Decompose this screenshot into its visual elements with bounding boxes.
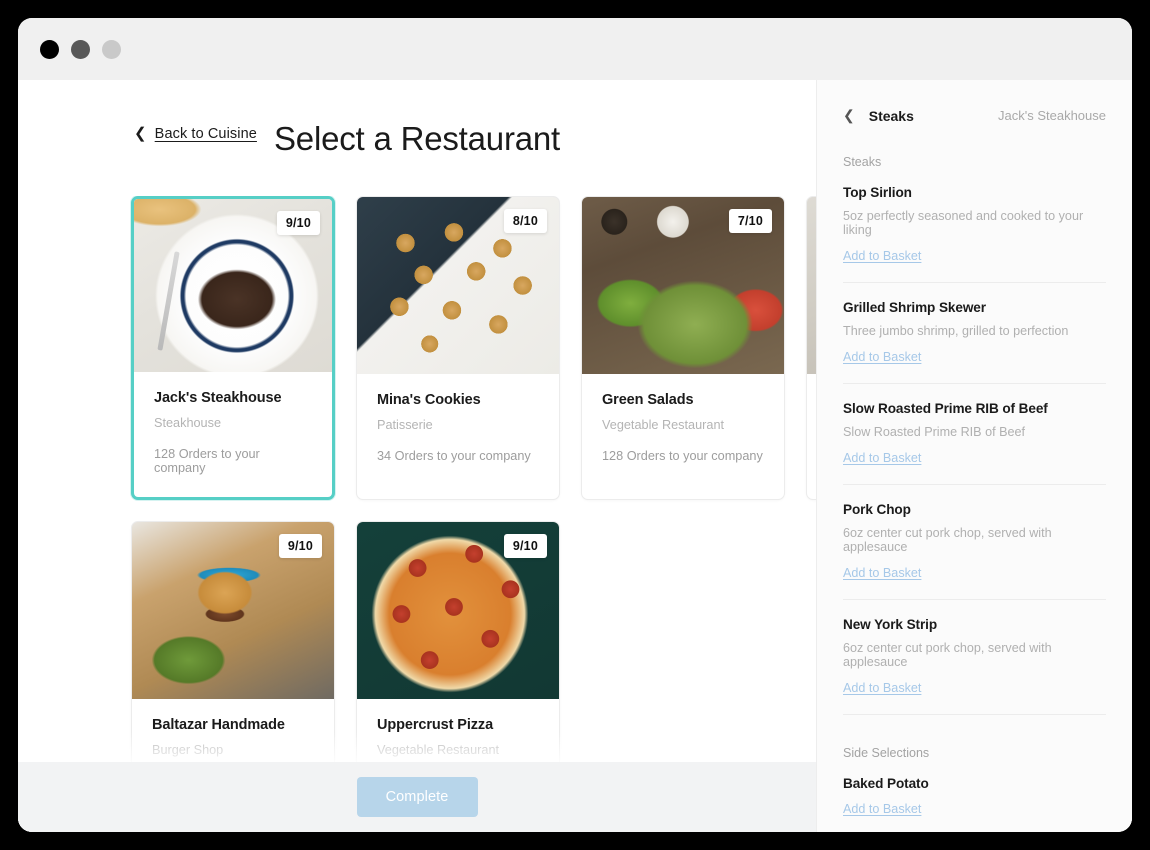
add-to-basket-link[interactable]: Add to Basket xyxy=(843,249,921,263)
minimize-dot[interactable] xyxy=(71,39,90,59)
sidebar-restaurant-name: Jack's Steakhouse xyxy=(998,108,1106,123)
restaurant-card[interactable]: 8/10 Mina's Cookies Patisserie 34 Orders… xyxy=(356,196,560,500)
rating-badge: 7/10 xyxy=(728,209,772,233)
menu-item-name: Top Sirlion xyxy=(843,185,912,200)
rating-badge: 9/10 xyxy=(278,534,322,558)
restaurant-photo: 7/10 xyxy=(582,197,784,374)
restaurant-orders: 128 Orders to your company xyxy=(602,449,763,463)
add-to-basket-link[interactable]: Add to Basket xyxy=(843,566,921,580)
menu-item-description: 6oz center cut pork chop, served with ap… xyxy=(843,526,1052,554)
restaurant-card[interactable]: 8/10 Green's Garden Vegetable Restaurant xyxy=(806,196,816,500)
restaurant-card[interactable]: 7/10 Green Salads Vegetable Restaurant 1… xyxy=(581,196,785,500)
sidebar-title: Steaks xyxy=(868,107,914,124)
browser-window: ❮ Back to Cuisine Select a Restaurant 9/… xyxy=(18,18,1132,832)
menu-item[interactable]: Pork Chop 6oz center cut pork chop, serv… xyxy=(843,502,1106,600)
restaurant-card[interactable]: 9/10 Baltazar Handmade Burger Shop xyxy=(131,521,335,797)
restaurant-cards-viewport: 9/10 Jack's Steakhouse Steakhouse 128 Or… xyxy=(18,196,816,832)
page-title: Select a Restaurant xyxy=(273,120,561,157)
main-content: ❮ Back to Cuisine Select a Restaurant 9/… xyxy=(18,80,816,832)
sidebar-section-label: Steaks xyxy=(843,155,882,169)
restaurant-photo: 9/10 xyxy=(134,199,332,372)
restaurant-name: Uppercrust Pizza xyxy=(377,717,494,733)
sidebar-header: ❮ Steaks Jack's Steakhouse xyxy=(817,80,1132,124)
rating-badge: 9/10 xyxy=(503,534,547,558)
sidebar-back-button[interactable]: ❮ Steaks xyxy=(843,107,914,124)
menu-sidebar: ❮ Steaks Jack's Steakhouse Steaks Top Si… xyxy=(816,80,1132,832)
menu-item-name: Baked Potato xyxy=(843,776,929,791)
restaurant-photo: 9/10 xyxy=(357,522,559,699)
complete-action-bar: Complete xyxy=(18,762,816,832)
menu-item[interactable]: Baked Potato Add to Basket xyxy=(843,776,1106,832)
restaurant-name: Jack's Steakhouse xyxy=(154,390,282,406)
restaurant-photo: 9/10 xyxy=(132,522,334,699)
restaurant-orders: 34 Orders to your company xyxy=(377,449,531,463)
restaurant-cards-grid: 9/10 Jack's Steakhouse Steakhouse 128 Or… xyxy=(131,196,816,797)
menu-item-description: 6oz center cut pork chop, served with ap… xyxy=(843,641,1052,669)
restaurant-card[interactable]: 9/10 Jack's Steakhouse Steakhouse 128 Or… xyxy=(131,196,335,500)
menu-item[interactable]: Grilled Shrimp Skewer Three jumbo shrimp… xyxy=(843,300,1106,384)
complete-button[interactable]: Complete xyxy=(356,777,478,817)
restaurant-category: Steakhouse xyxy=(154,416,222,430)
restaurant-card-body: Green's Garden Vegetable Restaurant xyxy=(807,374,816,471)
restaurant-photo: 8/10 xyxy=(807,197,816,374)
restaurant-orders: 128 Orders to your company xyxy=(154,447,260,475)
add-to-basket-link[interactable]: Add to Basket xyxy=(843,681,921,695)
menu-item-name: New York Strip xyxy=(843,617,938,632)
restaurant-card-body: Jack's Steakhouse Steakhouse 128 Orders … xyxy=(134,372,332,497)
close-dot[interactable] xyxy=(40,39,59,59)
add-to-basket-link[interactable]: Add to Basket xyxy=(843,802,921,816)
rating-badge: 8/10 xyxy=(503,209,547,233)
restaurant-photo: 8/10 xyxy=(357,197,559,374)
restaurant-category: Vegetable Restaurant xyxy=(602,418,725,432)
menu-item[interactable]: Slow Roasted Prime RIB of Beef Slow Roas… xyxy=(843,401,1106,485)
restaurant-category: Vegetable Restaurant xyxy=(377,743,500,757)
menu-item-description: Slow Roasted Prime RIB of Beef xyxy=(843,425,1025,439)
menu-item-name: Slow Roasted Prime RIB of Beef xyxy=(843,401,1048,416)
add-to-basket-link[interactable]: Add to Basket xyxy=(843,451,921,465)
restaurant-card[interactable]: 9/10 Uppercrust Pizza Vegetable Restaura… xyxy=(356,521,560,797)
restaurant-card-body: Mina's Cookies Patisserie 34 Orders to y… xyxy=(357,374,559,485)
sidebar-section-label: Side Selections xyxy=(843,746,930,760)
menu-item[interactable]: Top Sirlion 5oz perfectly seasoned and c… xyxy=(843,185,1106,283)
restaurant-name: Green Salads xyxy=(602,392,694,408)
restaurant-name: Baltazar Handmade xyxy=(152,717,285,733)
menu-item-name: Pork Chop xyxy=(843,502,911,517)
maximize-dot[interactable] xyxy=(102,39,121,59)
app-body: ❮ Back to Cuisine Select a Restaurant 9/… xyxy=(18,80,1132,832)
chevron-left-icon: ❮ xyxy=(843,107,855,123)
restaurant-name: Mina's Cookies xyxy=(377,392,481,408)
add-to-basket-link[interactable]: Add to Basket xyxy=(843,350,921,364)
main-scroll-area[interactable]: ❮ Back to Cuisine Select a Restaurant 9/… xyxy=(18,80,816,832)
rating-badge: 9/10 xyxy=(276,211,320,235)
menu-item-name: Grilled Shrimp Skewer xyxy=(843,300,986,315)
restaurant-category: Patisserie xyxy=(377,418,433,432)
menu-item-description: Three jumbo shrimp, grilled to perfectio… xyxy=(843,324,1069,338)
restaurant-category: Burger Shop xyxy=(152,743,224,757)
window-titlebar xyxy=(18,18,1132,80)
sidebar-scroll-area[interactable]: Steaks Top Sirlion 5oz perfectly seasone… xyxy=(817,155,1132,832)
menu-item-description: 5oz perfectly seasoned and cooked to you… xyxy=(843,209,1084,237)
restaurant-card-body: Green Salads Vegetable Restaurant 128 Or… xyxy=(582,374,784,485)
menu-item[interactable]: New York Strip 6oz center cut pork chop,… xyxy=(843,617,1106,715)
